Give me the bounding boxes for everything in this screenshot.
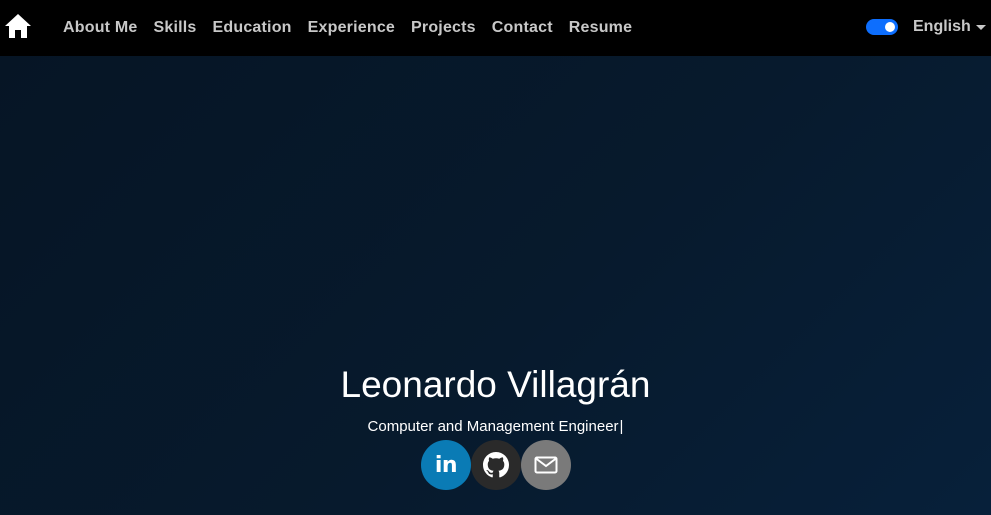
mail-icon [534,456,558,474]
linkedin-button[interactable]: in [421,440,471,490]
nav-link-projects[interactable]: Projects [403,19,484,37]
nav-link-about-me[interactable]: About Me [55,19,145,37]
github-icon [483,452,509,478]
linkedin-icon: in [434,452,458,478]
nav-link-contact[interactable]: Contact [484,19,561,37]
hero-section: Leonardo Villagrán Computer and Manageme… [0,56,991,515]
social-links: in [421,440,571,490]
home-link[interactable] [4,13,32,39]
typing-cursor: | [619,418,624,435]
email-button[interactable] [521,440,571,490]
hero-name: Leonardo Villagrán [340,364,651,405]
github-button[interactable] [471,440,521,490]
nav-links: About Me Skills Education Experience Pro… [55,0,640,56]
home-icon [5,14,31,38]
theme-toggle[interactable] [866,19,898,35]
nav-link-resume[interactable]: Resume [561,19,640,37]
caret-down-icon [975,24,986,30]
language-dropdown[interactable]: English [913,17,986,37]
hero-subtitle-text: Computer and Management Engineer [367,418,619,435]
navbar: About Me Skills Education Experience Pro… [0,0,991,56]
nav-link-education[interactable]: Education [205,19,300,37]
hero-subtitle: Computer and Management Engineer| [0,418,991,435]
nav-link-skills[interactable]: Skills [145,19,204,37]
toggle-knob [885,22,895,32]
nav-link-experience[interactable]: Experience [300,19,403,37]
language-label: English [913,18,971,35]
